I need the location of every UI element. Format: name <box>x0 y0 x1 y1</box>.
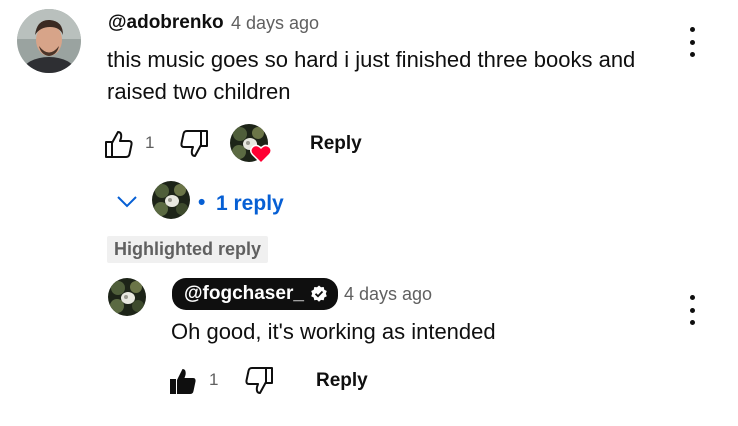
commenter-avatar[interactable] <box>17 9 81 73</box>
more-vert-icon <box>689 27 695 32</box>
replies-toggle[interactable]: • 1 reply <box>112 181 292 221</box>
comment-author[interactable]: @adobrenko <box>108 12 224 34</box>
reply-dislike-button[interactable] <box>243 365 275 397</box>
comment-text: this music goes so hard i just finished … <box>107 44 697 108</box>
highlighted-reply-label: Highlighted reply <box>107 236 269 263</box>
reply-author-badge[interactable]: @fogchaser_ <box>172 278 338 310</box>
chevron-down-icon <box>117 196 137 208</box>
like-button[interactable] <box>103 128 135 160</box>
reply-author-avatar[interactable] <box>108 278 146 316</box>
thumb-up-icon <box>105 131 133 158</box>
reply-button[interactable]: Reply <box>310 133 362 155</box>
heart-icon <box>250 144 272 164</box>
reply-author: @fogchaser_ <box>184 283 304 304</box>
reply-reply-button[interactable]: Reply <box>316 370 368 392</box>
dislike-button[interactable] <box>178 128 210 160</box>
reply-timestamp[interactable]: 4 days ago <box>344 284 432 305</box>
reply-preview-avatar <box>152 181 190 219</box>
verified-check-icon <box>311 285 327 302</box>
thumb-down-icon <box>245 367 273 394</box>
replies-count-label: 1 reply <box>216 192 284 215</box>
creator-heart[interactable] <box>230 124 272 166</box>
comment-more-button[interactable] <box>686 27 698 57</box>
like-count: 1 <box>145 133 155 152</box>
replies-bullet: • <box>198 191 206 214</box>
reply-like-button[interactable] <box>167 365 199 397</box>
comment-text-line-1: this music goes so hard i just finished … <box>107 47 636 72</box>
thumb-down-icon <box>180 130 208 157</box>
reply-text: Oh good, it's working as intended <box>171 319 496 344</box>
thumb-up-filled-icon <box>170 369 196 394</box>
reply-like-count: 1 <box>209 370 219 389</box>
more-vert-icon <box>689 295 695 300</box>
comment-timestamp[interactable]: 4 days ago <box>231 13 319 34</box>
comment-text-line-2: raised two children <box>107 79 291 104</box>
reply-more-button[interactable] <box>686 295 698 325</box>
